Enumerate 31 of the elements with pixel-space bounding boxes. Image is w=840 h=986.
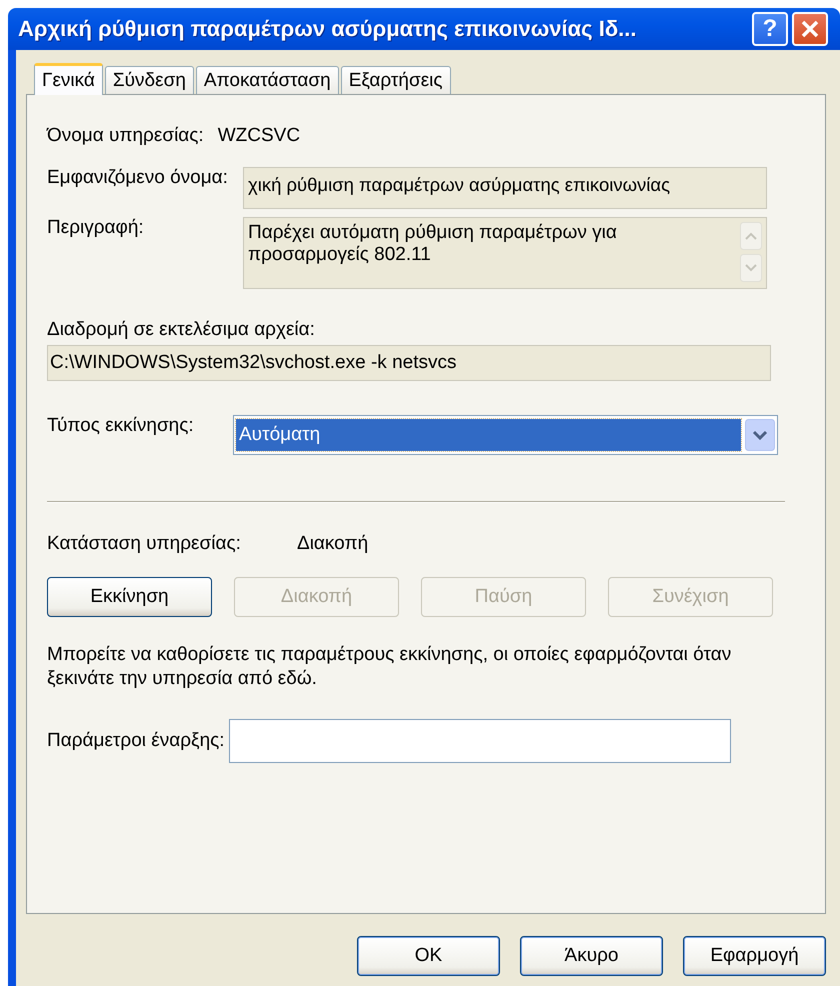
service-button[interactable]: Εκκίνηση bbox=[47, 577, 212, 617]
tab[interactable]: Αποκατάσταση bbox=[196, 66, 339, 94]
description-field[interactable]: Παρέχει αυτόματη ρύθμιση παραμέτρων για προσαρμογείς 802.11 bbox=[243, 217, 767, 289]
field-label: Παράμετροι έναρξης: bbox=[47, 730, 225, 752]
dialog-button[interactable]: OK bbox=[357, 936, 500, 976]
close-button[interactable] bbox=[792, 12, 828, 46]
field-label: Τύπος εκκίνησης: bbox=[47, 415, 195, 437]
description-text: Παρέχει αυτόματη ρύθμιση παραμέτρων για προσαρμογείς 802.11 bbox=[248, 222, 618, 267]
field-label: Εμφανιζόμενο όνομα: bbox=[47, 167, 229, 189]
dialog-button[interactable]: Άκυρο bbox=[520, 936, 663, 976]
scroll-up-icon[interactable] bbox=[740, 222, 762, 250]
startup-type-dropdown[interactable]: Αυτόματη bbox=[233, 415, 778, 455]
scroll-down-icon[interactable] bbox=[740, 254, 762, 282]
field-label: Όνομα υπηρεσίας: bbox=[47, 125, 204, 147]
window-title: Αρχική ρύθμιση παραμέτρων ασύρματης επικοινωνίας Ιδ... bbox=[18, 16, 638, 42]
field-label: Περιγραφή: bbox=[47, 217, 145, 239]
display-name-field[interactable]: χική ρύθμιση παραμέτρων ασύρματης επικοινωνίας bbox=[243, 167, 767, 209]
field-label: Κατάσταση υπηρεσίας: bbox=[47, 533, 242, 555]
service-name-value: WZCSVC bbox=[218, 125, 300, 147]
chevron-down-icon bbox=[745, 419, 775, 451]
dialog-button[interactable]: Εφαρμογή bbox=[683, 936, 826, 976]
field-label: Διαδρομή σε εκτελέσιμα αρχεία: bbox=[47, 319, 316, 341]
close-icon bbox=[799, 18, 821, 40]
tab[interactable]: Γενικά bbox=[34, 63, 103, 95]
service-status-value: Διακοπή bbox=[297, 533, 368, 555]
help-button[interactable]: ? bbox=[752, 12, 788, 46]
help-text: Μπορείτε να καθορίσετε τις παραμέτρους εκκίνησης, οι οποίες εφαρμόζονται όταν ξεκινάτε την υπηρεσία από εδώ. bbox=[47, 643, 732, 691]
start-parameters-field[interactable] bbox=[228, 719, 731, 763]
tab[interactable]: Σύνδεση bbox=[104, 66, 194, 94]
tab[interactable]: Εξαρτήσεις bbox=[340, 66, 451, 94]
path-field[interactable]: C:\WINDOWS\System32\svchost.exe -k netsvcs bbox=[47, 345, 771, 381]
